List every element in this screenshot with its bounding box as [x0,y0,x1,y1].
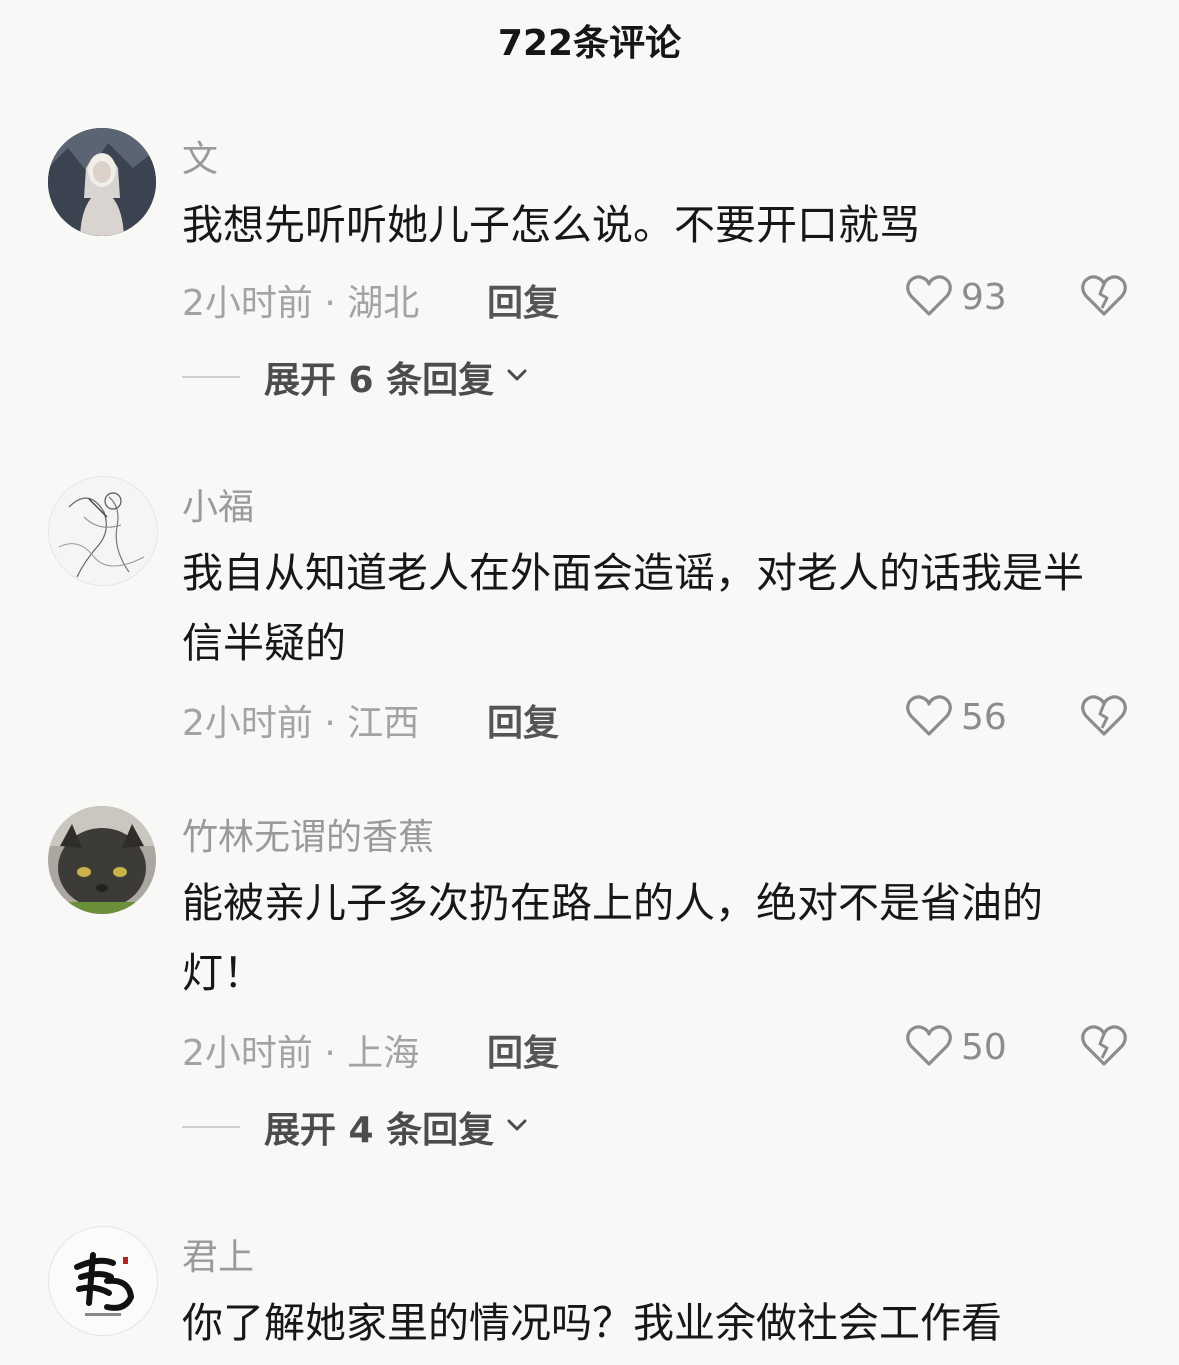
comment-count-title: 722条评论 [497,23,682,64]
comment-meta: 2小时前 · 江西 [182,703,420,744]
broken-heart-icon [1080,1025,1128,1072]
comment-text: 能被亲儿子多次扔在路上的人，绝对不是省油的灯！ [182,879,1043,997]
chevron-down-icon [494,1112,530,1142]
avatar[interactable] [48,128,156,236]
username[interactable]: 竹林无谓的香蕉 [182,808,434,860]
divider-line [182,376,240,378]
like-button[interactable]: 50 [905,1022,1007,1072]
like-button[interactable]: 93 [905,272,1007,322]
username[interactable]: 小福 [182,478,254,530]
chevron-down-icon [494,362,530,392]
expand-replies-label: 展开 4 条回复 [264,1110,495,1151]
comment-text: 我自从知道老人在外面会造谣，对老人的话我是半信半疑的 [182,549,1084,667]
comment-text: 我想先听听她儿子怎么说。不要开口就骂 [182,201,920,249]
reply-button[interactable]: 回复 [487,274,559,326]
heart-outline-icon [905,272,953,322]
comment-meta: 2小时前 · 上海 [182,1033,420,1074]
like-button[interactable]: 56 [905,692,1007,742]
like-count: 93 [961,276,1007,318]
expand-replies-label: 展开 6 条回复 [264,360,495,401]
reply-button[interactable]: 回复 [487,1024,559,1076]
divider-line [182,1126,240,1128]
like-count: 50 [961,1026,1007,1068]
dislike-button[interactable] [1080,272,1128,318]
like-count: 56 [961,696,1007,738]
reply-button[interactable]: 回复 [487,694,559,746]
heart-outline-icon [905,692,953,742]
comment-text: 你了解她家里的情况吗？我业余做社会工作看 [182,1299,1002,1347]
username[interactable]: 君上 [182,1228,254,1280]
avatar[interactable] [48,806,156,914]
dislike-button[interactable] [1080,1022,1128,1068]
avatar[interactable] [48,1226,158,1336]
avatar[interactable] [48,476,158,586]
broken-heart-icon [1080,275,1128,322]
expand-replies-button[interactable]: 展开 4 条回复 [182,1102,530,1152]
broken-heart-icon [1080,695,1128,742]
heart-outline-icon [905,1022,953,1072]
dislike-button[interactable] [1080,692,1128,738]
username[interactable]: 文 [182,130,218,182]
expand-replies-button[interactable]: 展开 6 条回复 [182,352,530,402]
comment-meta: 2小时前 · 湖北 [182,283,420,324]
